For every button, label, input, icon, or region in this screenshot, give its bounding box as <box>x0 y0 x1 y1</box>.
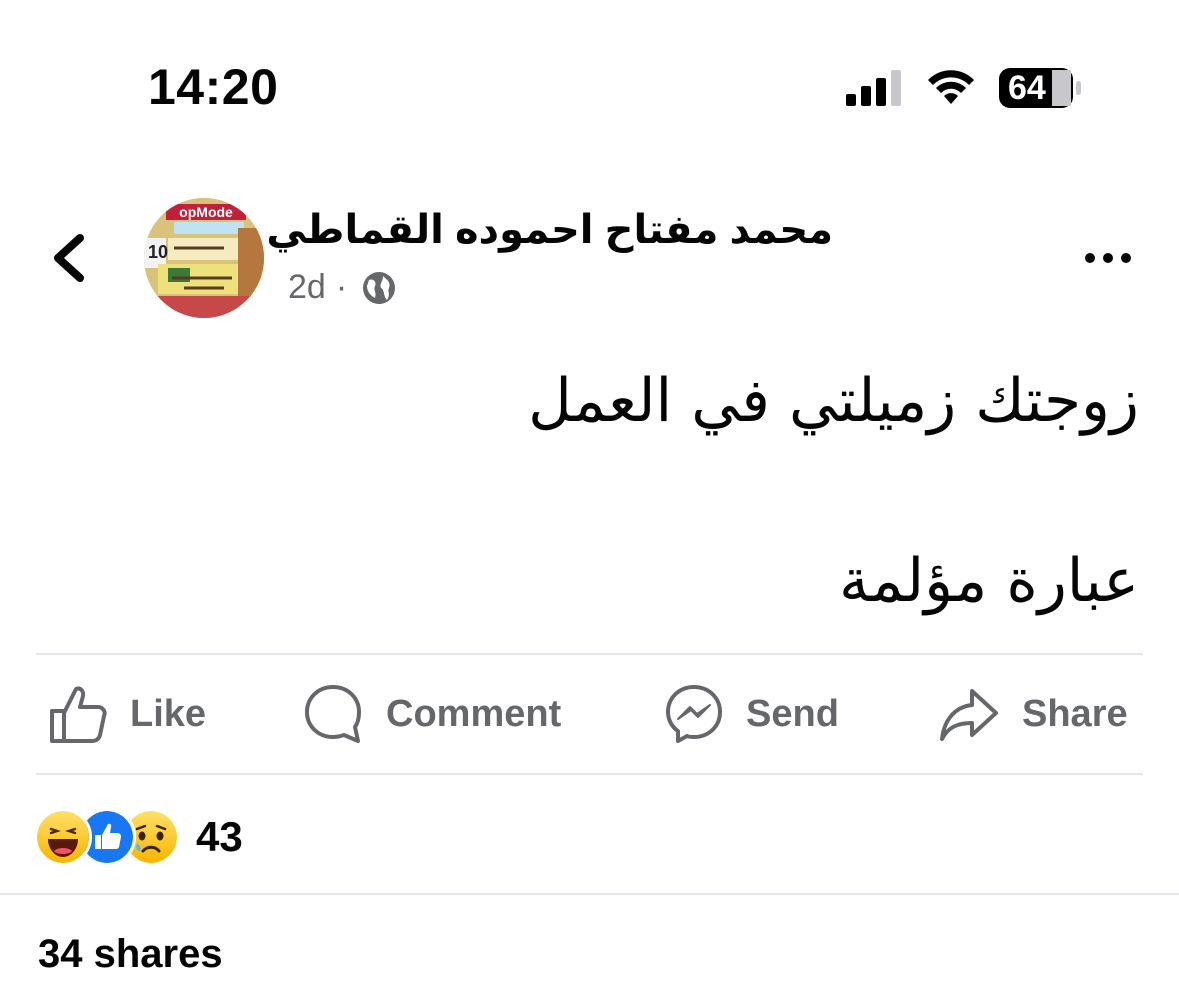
wifi-icon <box>928 70 974 104</box>
share-arrow-icon <box>940 689 998 741</box>
send-button[interactable]: Send <box>664 676 839 752</box>
globe-icon <box>363 271 396 304</box>
divider-top <box>36 653 1143 655</box>
like-label: Like <box>130 692 207 735</box>
comment-label: Comment <box>386 692 562 735</box>
battery-icon: 64 <box>998 66 1082 110</box>
reaction-count: 43 <box>196 813 243 860</box>
haha-emoji-icon <box>34 808 92 866</box>
cellular-signal-icon <box>846 70 901 106</box>
post-timestamp[interactable]: 2d <box>288 268 326 307</box>
comment-bubble-icon <box>305 685 361 743</box>
battery-level: 64 <box>1008 69 1046 107</box>
post-meta: 2d · <box>288 268 397 307</box>
more-options-icon[interactable] <box>1080 240 1136 276</box>
share-label: Share <box>1022 692 1128 735</box>
post-text-line-2: عبارة مؤلمة <box>839 546 1139 616</box>
author-name[interactable]: محمد مفتاح احموده القماطي <box>266 207 833 253</box>
svg-text:opMode: opMode <box>179 204 233 220</box>
messenger-icon <box>666 685 722 743</box>
meta-separator: · <box>335 268 348 306</box>
author-avatar[interactable]: opMode 10 <box>144 198 264 318</box>
send-label: Send <box>746 692 839 735</box>
comment-button[interactable]: Comment <box>302 676 561 752</box>
thumbs-up-icon <box>50 686 107 743</box>
divider-bottom <box>0 893 1179 895</box>
like-button[interactable]: Like <box>48 676 206 752</box>
shares-count[interactable]: 34 shares <box>38 932 223 977</box>
svg-text:10: 10 <box>148 242 168 262</box>
reactions-summary[interactable]: 43 <box>34 808 243 866</box>
back-chevron-icon[interactable] <box>44 222 98 294</box>
post-text-line-1: زوجتك زميلتي في العمل <box>528 366 1139 436</box>
divider-middle <box>36 773 1143 775</box>
share-button[interactable]: Share <box>938 676 1128 752</box>
status-time: 14:20 <box>148 59 279 115</box>
